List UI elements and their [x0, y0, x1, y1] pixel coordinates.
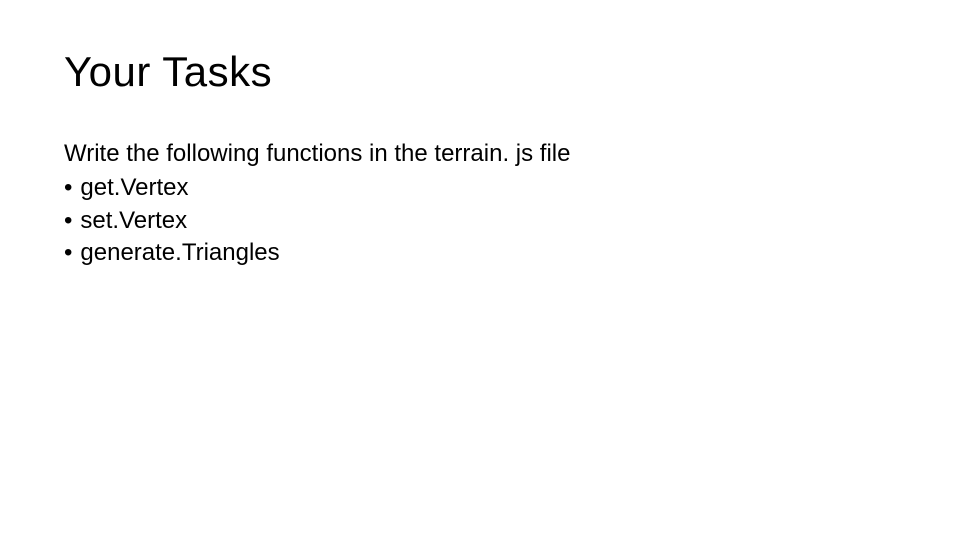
list-item: • get.Vertex [64, 172, 896, 204]
bullet-label: generate.Triangles [80, 237, 279, 269]
bullet-label: get.Vertex [80, 172, 188, 204]
bullet-icon: • [64, 237, 72, 269]
bullet-icon: • [64, 172, 72, 204]
list-item: • generate.Triangles [64, 237, 896, 269]
slide-body: Write the following functions in the ter… [64, 138, 896, 270]
list-item: • set.Vertex [64, 205, 896, 237]
bullet-label: set.Vertex [80, 205, 187, 237]
slide-title: Your Tasks [64, 48, 896, 96]
bullet-icon: • [64, 205, 72, 237]
intro-text: Write the following functions in the ter… [64, 138, 896, 170]
